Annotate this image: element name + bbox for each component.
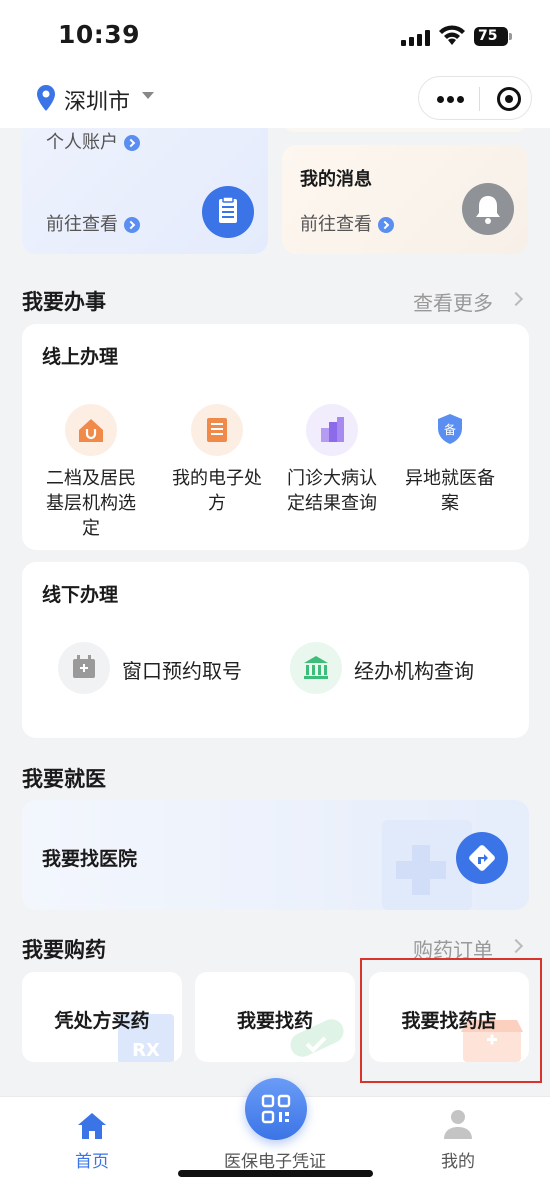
calendar-icon [58, 642, 110, 694]
city-selector[interactable]: 深圳市 [64, 84, 130, 116]
signal-icon [401, 30, 431, 46]
service-label: 异地就医备案 [405, 468, 495, 514]
close-target-icon[interactable] [497, 87, 521, 111]
institution-query-item[interactable]: 经办机构查询 [290, 642, 500, 694]
tab-home[interactable]: 首页 [70, 1147, 114, 1172]
user-icon[interactable] [444, 1109, 472, 1139]
caret-down-icon[interactable] [142, 92, 154, 99]
offline-label: 经办机构查询 [354, 659, 474, 683]
header: 深圳市 [0, 72, 550, 128]
qr-code-button[interactable] [245, 1078, 307, 1140]
account-card[interactable]: 个人账户 前往查看 [22, 110, 268, 254]
mini-program-capsule [418, 76, 532, 120]
arrow-icon [124, 217, 140, 233]
tab-insurance-voucher[interactable]: 医保电子凭证 [200, 1147, 350, 1172]
doctor-title: 我要就医 [22, 767, 106, 791]
services-title: 我要办事 [22, 290, 106, 314]
bar-chart-icon [306, 404, 358, 456]
window-appointment-item[interactable]: 窗口预约取号 [58, 642, 258, 694]
home-icon[interactable] [78, 1113, 106, 1139]
svg-text:RX: RX [132, 1040, 160, 1061]
more-icon[interactable] [437, 96, 465, 104]
message-card[interactable]: 我的消息 前往查看 [282, 145, 528, 254]
capsule-divider [479, 87, 480, 111]
prescription-icon [191, 404, 243, 456]
offline-label: 窗口预约取号 [122, 659, 242, 683]
medicine-title: 我要购药 [22, 938, 106, 962]
location-pin-icon [36, 85, 56, 111]
highlight-box [360, 958, 542, 1083]
account-label: 个人账户 [46, 128, 140, 154]
tab-me[interactable]: 我的 [436, 1147, 480, 1172]
clipboard-icon [202, 186, 254, 238]
qr-code-icon [261, 1094, 291, 1124]
battery-icon: 75 [474, 27, 512, 46]
arrow-icon [378, 217, 394, 233]
buy-with-prescription-card[interactable]: RX 凭处方买药 [22, 972, 182, 1062]
online-title: 线上办理 [42, 346, 119, 368]
buy-label: 我要找药 [236, 1010, 313, 1032]
service-item[interactable]: 二档及居民基层机构选定 [36, 404, 146, 541]
service-label: 我的电子处方 [172, 468, 262, 514]
service-label: 门诊大病认定结果查询 [287, 468, 377, 514]
find-medicine-card[interactable]: 我要找药 [195, 972, 355, 1062]
home-indicator [178, 1170, 373, 1177]
chevron-right-icon[interactable] [508, 938, 524, 954]
message-title: 我的消息 [300, 169, 372, 190]
offline-panel: 线下办理 窗口预约取号 经办机构查询 [22, 562, 529, 738]
service-item[interactable]: 我的电子处方 [162, 404, 272, 516]
bell-icon [462, 183, 514, 235]
online-panel: 线上办理 二档及居民基层机构选定 我的电子处方 门诊大病认定结果查询 备 异地就… [22, 324, 529, 550]
find-hospital-card[interactable]: 我要找医院 [22, 800, 529, 910]
battery-level: 75 [478, 28, 498, 44]
account-link[interactable]: 前往查看 [46, 210, 140, 236]
buy-label: 凭处方买药 [54, 1010, 150, 1032]
message-link[interactable]: 前往查看 [300, 210, 394, 236]
find-hospital-label: 我要找医院 [42, 848, 138, 870]
status-time: 10:39 [58, 20, 141, 49]
house-stethoscope-icon [65, 404, 117, 456]
navigation-diamond-icon [456, 832, 508, 884]
shield-icon: 备 [424, 404, 476, 456]
chevron-right-icon[interactable] [508, 291, 524, 307]
arrow-icon [124, 135, 140, 151]
services-more-link[interactable]: 查看更多 [413, 287, 493, 316]
svg-text:备: 备 [444, 423, 456, 437]
offline-title: 线下办理 [42, 584, 119, 606]
wifi-icon [438, 24, 466, 46]
service-label: 二档及居民基层机构选定 [46, 468, 136, 539]
service-item[interactable]: 门诊大病认定结果查询 [277, 404, 387, 516]
institution-icon [290, 642, 342, 694]
service-item[interactable]: 备 异地就医备案 [395, 404, 505, 516]
status-bar: 10:39 75 [0, 0, 550, 72]
